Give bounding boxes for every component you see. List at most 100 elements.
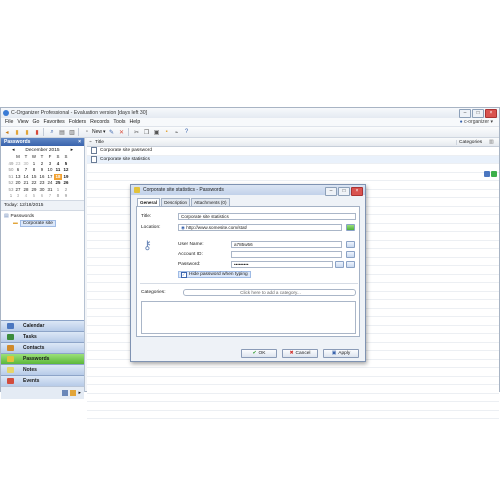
menu-folders[interactable]: Folders — [69, 119, 86, 125]
copy-username-button[interactable] — [346, 241, 355, 248]
username-input[interactable]: a785w56 — [231, 241, 342, 248]
accountid-input[interactable] — [231, 251, 342, 258]
dialog-maximize-button[interactable]: □ — [338, 186, 350, 196]
tab-general[interactable]: General — [137, 198, 161, 206]
nav-folder-icon[interactable] — [70, 390, 77, 396]
calendar-day[interactable]: 19 — [62, 174, 70, 180]
calendar-day[interactable]: 4 — [22, 193, 30, 199]
copy-password-button[interactable] — [346, 261, 355, 268]
calendar-day[interactable]: 22 — [30, 180, 38, 186]
calendar-day[interactable]: 3 — [46, 161, 54, 167]
menu-go[interactable]: Go — [33, 119, 40, 125]
tree-node-child[interactable]: ▬ Corporate site — [4, 220, 81, 227]
password-input[interactable]: ••••••••• — [231, 261, 333, 268]
tab-attachments[interactable]: Attachments (0) — [191, 198, 230, 206]
chevron-down-icon[interactable]: ▾ — [103, 129, 106, 135]
status-icon-green[interactable] — [491, 171, 497, 177]
edit-icon[interactable]: ✎ — [108, 128, 116, 136]
nav-events[interactable]: Events — [1, 375, 84, 386]
calendar-day[interactable]: 9 — [38, 167, 46, 173]
calendar-day[interactable]: 12 — [62, 167, 70, 173]
calendar-day[interactable]: 29 — [30, 187, 38, 193]
dialog-close-button[interactable]: × — [351, 186, 363, 196]
calendar-day[interactable]: 7 — [22, 167, 30, 173]
calendar-day[interactable]: 11 — [54, 167, 62, 173]
calendar-day[interactable]: 1 — [30, 161, 38, 167]
menu-help[interactable]: Help — [130, 119, 141, 125]
pane-close-icon[interactable]: × — [78, 138, 81, 146]
title-input[interactable]: Corporate site statistics — [178, 213, 356, 220]
menu-favorites[interactable]: Favorites — [43, 119, 64, 125]
menu-records[interactable]: Records — [90, 119, 109, 125]
nav-tasks[interactable]: Tasks — [1, 331, 84, 342]
calendar-month[interactable]: December 2015 — [25, 148, 59, 153]
calendar-day[interactable]: 24 — [46, 180, 54, 186]
calendar-day[interactable]: 23 — [14, 161, 22, 167]
paste-icon[interactable]: ▣ — [153, 128, 161, 136]
notes-textarea[interactable] — [141, 301, 356, 334]
calendar-day[interactable]: 6 — [38, 193, 46, 199]
calendar-day[interactable]: 30 — [38, 187, 46, 193]
calendar-day[interactable]: 31 — [46, 187, 54, 193]
nav-shortcut-icon[interactable] — [62, 390, 69, 396]
calendar-day[interactable]: 23 — [38, 180, 46, 186]
copy-icon[interactable]: ❐ — [143, 128, 151, 136]
calendar-day[interactable]: 9 — [62, 193, 70, 199]
close-button[interactable]: × — [485, 109, 497, 118]
column-options-icon[interactable]: ▥ — [489, 140, 499, 145]
table-row[interactable]: Corporate site statistics — [87, 155, 499, 164]
calendar-day[interactable]: 2 — [38, 161, 46, 167]
menu-tools[interactable]: Tools — [113, 119, 125, 125]
nav-notes[interactable]: Notes — [1, 364, 84, 375]
nav-passwords[interactable]: Passwords — [1, 353, 84, 364]
status-icon-blue[interactable] — [484, 171, 490, 177]
tab-description[interactable]: Description — [161, 198, 191, 206]
calendar-day[interactable]: 16 — [38, 174, 46, 180]
calendar-day[interactable]: 17 — [46, 174, 54, 180]
print-preview-icon[interactable]: ▥ — [68, 128, 76, 136]
calendar-day[interactable]: 20 — [14, 180, 22, 186]
folder-delete-icon[interactable]: ▮ — [33, 128, 41, 136]
column-categories[interactable]: Categories — [456, 139, 489, 145]
profile-selector[interactable]: ● c-organizer ▾ — [460, 119, 493, 125]
note-icon[interactable]: ▪ — [163, 128, 171, 136]
copy-accountid-button[interactable] — [346, 251, 355, 258]
column-title[interactable]: Title — [95, 140, 456, 145]
delete-icon[interactable]: ✕ — [118, 128, 126, 136]
calendar-day[interactable]: 5 — [30, 193, 38, 199]
calendar-day[interactable]: 28 — [22, 187, 30, 193]
new-record-icon[interactable]: ▫ — [83, 128, 91, 136]
calendar-day[interactable]: 14 — [22, 174, 30, 180]
minimize-button[interactable]: – — [459, 109, 471, 118]
ok-button[interactable]: ✔ OK — [241, 349, 277, 358]
calendar-day[interactable]: 30 — [22, 161, 30, 167]
attach-icon[interactable]: ⌁ — [173, 128, 181, 136]
cancel-button[interactable]: ✖ Cancel — [282, 349, 318, 358]
calendar-day[interactable]: 2 — [62, 187, 70, 193]
generate-password-button[interactable] — [335, 261, 344, 268]
calendar-day[interactable]: 3 — [14, 193, 22, 199]
nav-expand-icon[interactable]: ▸ — [78, 390, 81, 396]
calendar-day[interactable]: 4 — [54, 161, 62, 167]
search-icon[interactable]: ⌕ — [48, 128, 56, 136]
menu-view[interactable]: View — [17, 119, 28, 125]
calendar-day[interactable]: 13 — [14, 174, 22, 180]
calendar-day[interactable]: 5 — [62, 161, 70, 167]
calendar-day[interactable]: 18 — [54, 173, 62, 180]
table-row[interactable]: Corporate site password — [87, 147, 499, 156]
cut-icon[interactable]: ✂ — [133, 128, 141, 136]
prev-month-icon[interactable]: ◂ — [12, 148, 14, 153]
new-button[interactable]: New — [92, 129, 102, 135]
calendar-day[interactable]: 25 — [54, 180, 62, 186]
dialog-minimize-button[interactable]: – — [325, 186, 337, 196]
folder-add-icon[interactable]: ▮ — [23, 128, 31, 136]
help-icon[interactable]: ? — [183, 128, 191, 136]
nav-contacts[interactable]: Contacts — [1, 342, 84, 353]
maximize-button[interactable]: □ — [472, 109, 484, 118]
nav-calendar[interactable]: Calendar — [1, 320, 84, 331]
apply-button[interactable]: ▣ Apply — [323, 349, 359, 358]
tree-node-root[interactable]: ▤ Passwords — [4, 213, 81, 220]
back-icon[interactable]: ◂ — [3, 128, 11, 136]
calendar-day[interactable]: 1 — [54, 187, 62, 193]
calendar-day[interactable]: 8 — [30, 167, 38, 173]
